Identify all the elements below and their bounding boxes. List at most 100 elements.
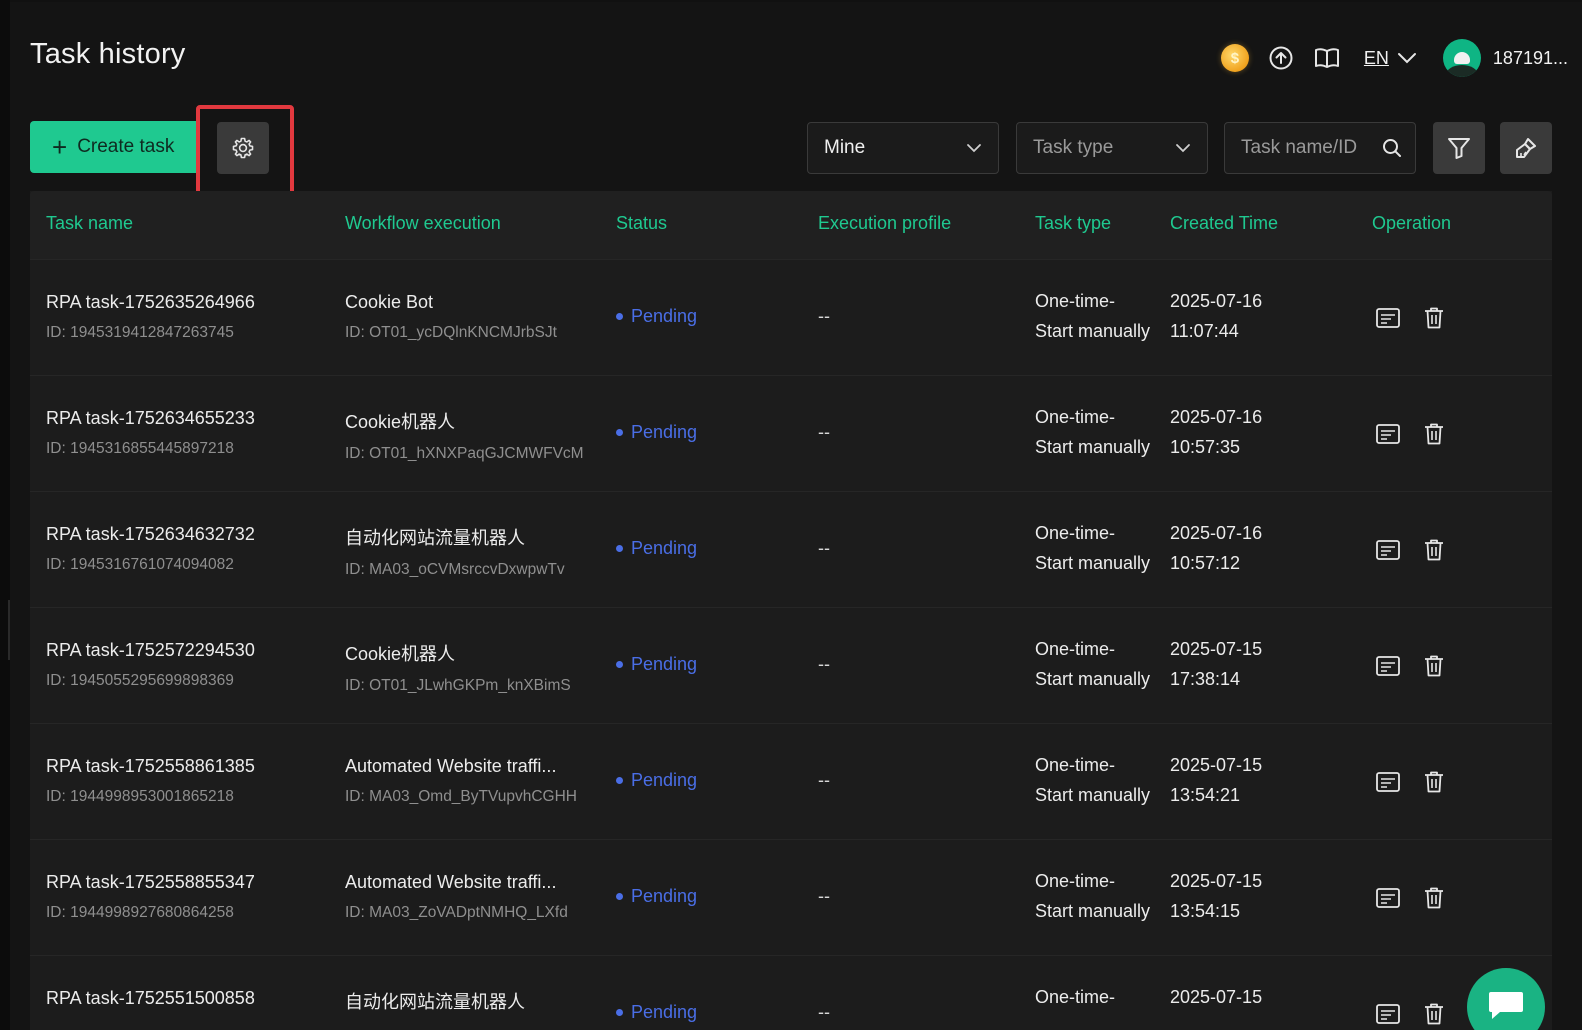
created-date: 2025-07-15 [1170, 987, 1263, 1007]
operation-cell [1374, 420, 1466, 448]
workflow-name[interactable]: Automated Website traffi... [345, 756, 577, 777]
task-type-select[interactable]: Task type [1016, 122, 1208, 174]
status-dot [616, 429, 623, 436]
owner-filter-value: Mine [824, 137, 866, 158]
execution-profile: -- [818, 306, 830, 326]
task-id: ID: 1945055295699898369 [46, 672, 234, 689]
workflow-name[interactable]: 自动化网站流量机器人 [345, 988, 525, 1014]
execution-profile: -- [818, 1002, 830, 1022]
detail-icon[interactable] [1374, 420, 1402, 448]
trash-icon[interactable] [1420, 304, 1448, 332]
status-badge: Pending [616, 886, 697, 907]
search-icon[interactable] [1381, 137, 1403, 159]
task-type-cell: One-time- Start manually [1035, 866, 1155, 926]
table-row[interactable]: RPA task-1752635264966 ID: 1945319412847… [30, 259, 1552, 375]
status-badge: Pending [616, 538, 697, 559]
created-time-cell: 2025-07-16 10:57:35 [1170, 402, 1262, 462]
created-time-cell: 2025-07-16 11:07:44 [1170, 286, 1262, 346]
task-name[interactable]: RPA task-1752635264966 [46, 292, 255, 313]
workflow-cell: Automated Website traffi... ID: MA03_ZoV… [345, 872, 568, 922]
trash-icon[interactable] [1420, 1000, 1448, 1028]
table-row[interactable]: RPA task-1752558855347 ID: 1944998927680… [30, 839, 1552, 955]
create-task-button[interactable]: + Create task [30, 121, 196, 173]
coin-icon[interactable]: $ [1220, 43, 1250, 73]
created-time: 11:07:44 [1170, 321, 1239, 341]
task-type-cell: One-time- Start manually [1035, 634, 1155, 694]
detail-icon[interactable] [1374, 1000, 1402, 1028]
column-header-created-time: Created Time [1170, 213, 1279, 233]
status-badge: Pending [616, 422, 697, 443]
workflow-id: ID: OT01_hXNXPaqGJCMWFVcM [345, 445, 584, 462]
task-type-line1: One-time- [1035, 291, 1116, 311]
created-time: 17:38:14 [1170, 669, 1241, 689]
trash-icon[interactable] [1420, 768, 1448, 796]
owner-filter-select[interactable]: Mine [807, 122, 999, 174]
task-type-line2: Start manually [1035, 437, 1151, 457]
task-history-table: Task name Workflow execution Status Exec… [30, 191, 1552, 1030]
workflow-name[interactable]: Cookie Bot [345, 292, 557, 313]
detail-icon[interactable] [1374, 768, 1402, 796]
status-text: Pending [631, 886, 698, 906]
trash-icon[interactable] [1420, 420, 1448, 448]
created-date: 2025-07-15 [1170, 639, 1263, 659]
workflow-cell: Automated Website traffi... ID: MA03_Omd… [345, 756, 577, 806]
table-row[interactable]: RPA task-1752558861385 ID: 1944998953001… [30, 723, 1552, 839]
created-time: 10:57:12 [1170, 553, 1241, 573]
filter-icon [1448, 138, 1470, 159]
task-name[interactable]: RPA task-1752551500858 [46, 988, 255, 1009]
created-date: 2025-07-15 [1170, 755, 1263, 775]
workflow-name[interactable]: 自动化网站流量机器人 [345, 524, 565, 550]
task-search-field[interactable] [1224, 122, 1416, 174]
clear-filters-button[interactable] [1500, 122, 1552, 174]
workflow-name[interactable]: Cookie机器人 [345, 408, 584, 434]
created-time-cell: 2025-07-15 13:54:15 [1170, 866, 1262, 926]
created-date: 2025-07-15 [1170, 871, 1263, 891]
task-type-line1: One-time- [1035, 407, 1116, 427]
task-name[interactable]: RPA task-1752634632732 [46, 524, 255, 545]
trash-icon[interactable] [1420, 652, 1448, 680]
avatar[interactable] [1442, 39, 1481, 77]
detail-icon[interactable] [1374, 652, 1402, 680]
upload-icon[interactable] [1266, 43, 1296, 73]
book-icon[interactable] [1312, 43, 1342, 73]
language-selector[interactable]: EN [1364, 48, 1417, 69]
table-row[interactable]: RPA task-1752551500858 自动化网站流量机器人 Pendin… [30, 955, 1552, 1030]
task-type-cell: One-time- Start manually [1035, 750, 1155, 810]
column-header-task-type: Task type [1035, 213, 1112, 233]
header-actions: $ EN 187191... [1204, 36, 1568, 80]
filter-button[interactable] [1433, 122, 1485, 174]
workflow-id: ID: OT01_JLwhGKPm_knXBimS [345, 677, 571, 694]
table-row[interactable]: RPA task-1752572294530 ID: 1945055295699… [30, 607, 1552, 723]
table-row[interactable]: RPA task-1752634632732 ID: 1945316761074… [30, 491, 1552, 607]
task-type-line2: Start manually [1035, 321, 1151, 341]
trash-icon[interactable] [1420, 536, 1448, 564]
detail-icon[interactable] [1374, 884, 1402, 912]
task-name[interactable]: RPA task-1752634655233 [46, 408, 255, 429]
status-dot [616, 1009, 623, 1016]
operation-cell [1374, 884, 1466, 912]
status-badge: Pending [616, 306, 697, 327]
status-text: Pending [631, 538, 698, 558]
workflow-name[interactable]: Automated Website traffi... [345, 872, 568, 893]
page-title: Task history [30, 38, 186, 70]
workflow-id: ID: MA03_oCVMsrccvDxwpwTv [345, 561, 565, 578]
username[interactable]: 187191... [1493, 48, 1568, 69]
trash-icon[interactable] [1420, 884, 1448, 912]
workflow-name[interactable]: Cookie机器人 [345, 640, 571, 666]
table-row[interactable]: RPA task-1752634655233 ID: 1945316855445… [30, 375, 1552, 491]
detail-icon[interactable] [1374, 304, 1402, 332]
task-name[interactable]: RPA task-1752558861385 [46, 756, 255, 777]
search-input[interactable] [1241, 137, 1381, 159]
column-header-workflow: Workflow execution [345, 213, 501, 233]
detail-icon[interactable] [1374, 536, 1402, 564]
status-dot [616, 661, 623, 668]
chevron-down-icon [1397, 53, 1416, 64]
task-type-cell: One-time- Start manually [1035, 518, 1155, 578]
create-task-label: Create task [77, 136, 175, 157]
task-name[interactable]: RPA task-1752558855347 [46, 872, 255, 893]
task-type-cell: One-time- Start manually [1035, 286, 1155, 346]
workflow-cell: 自动化网站流量机器人 [345, 988, 525, 1025]
column-header-profile: Execution profile [818, 213, 952, 233]
task-name[interactable]: RPA task-1752572294530 [46, 640, 255, 661]
execution-profile: -- [818, 422, 830, 442]
